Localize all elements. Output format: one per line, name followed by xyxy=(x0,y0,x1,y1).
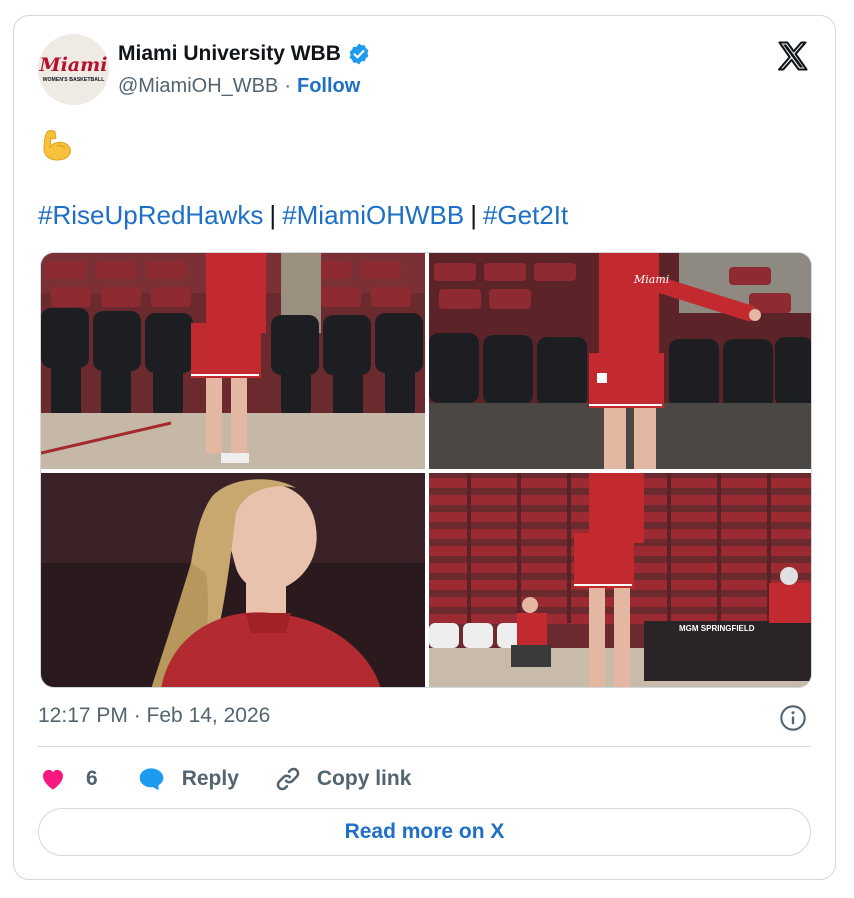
avatar-logo-subtext: WOMEN'S BASKETBALL xyxy=(43,77,106,83)
text-pipe: | xyxy=(269,200,277,230)
photo-player-jumping-arena[interactable]: MGM SPRINGFIELD xyxy=(429,473,811,687)
tweet-card: Miami WOMEN'S BASKETBALL Miami Universit… xyxy=(13,15,836,880)
tweet-text: #RiseUpRedHawks | #MiamiOHWBB | #Get2It xyxy=(38,200,568,231)
media-grid: Miami MGM SPRINGFIELD xyxy=(40,252,812,688)
shirt-text: Miami xyxy=(633,273,669,286)
hashtag-miamiohwbb[interactable]: #MiamiOHWBB xyxy=(282,200,464,230)
arena-sign-text: MGM SPRINGFIELD xyxy=(679,624,755,633)
follow-button[interactable]: Follow xyxy=(297,75,360,98)
read-more-button[interactable]: Read more on X xyxy=(38,808,811,856)
text-pipe: | xyxy=(470,200,477,230)
photo-player-warmup-chairs[interactable] xyxy=(41,253,425,469)
reply-bubble-icon xyxy=(139,768,164,791)
verified-badge-icon xyxy=(349,43,369,65)
x-logo-icon[interactable] xyxy=(775,38,811,74)
heart-icon xyxy=(43,769,63,790)
photo-player-arm-extended[interactable]: Miami xyxy=(429,253,811,469)
account-avatar[interactable]: Miami WOMEN'S BASKETBALL xyxy=(38,34,109,105)
like-count: 6 xyxy=(86,767,98,790)
tweet-timestamp[interactable]: 12:17 PM · Feb 14, 2026 xyxy=(38,704,270,728)
account-name[interactable]: Miami University WBB xyxy=(118,42,341,66)
handle-separator: · xyxy=(284,75,291,97)
action-bar: 6 Reply Copy link xyxy=(38,764,411,794)
reply-label: Reply xyxy=(181,767,239,790)
photo-player-portrait[interactable] xyxy=(41,473,425,687)
hashtag-riseupredhawks[interactable]: #RiseUpRedHawks xyxy=(38,200,263,230)
like-button[interactable]: 6 xyxy=(38,764,98,794)
reply-button[interactable]: Reply xyxy=(136,764,239,794)
link-icon xyxy=(276,767,300,791)
copy-link-label: Copy link xyxy=(316,767,412,790)
account-handle[interactable]: @MiamiOH_WBB xyxy=(118,75,278,98)
divider xyxy=(38,746,811,747)
copy-link-button[interactable]: Copy link xyxy=(273,764,412,794)
hashtag-get2it[interactable]: #Get2It xyxy=(483,200,568,230)
avatar-logo-text: Miami xyxy=(39,54,108,76)
flexed-biceps-icon xyxy=(43,130,71,161)
info-icon[interactable] xyxy=(779,704,807,732)
